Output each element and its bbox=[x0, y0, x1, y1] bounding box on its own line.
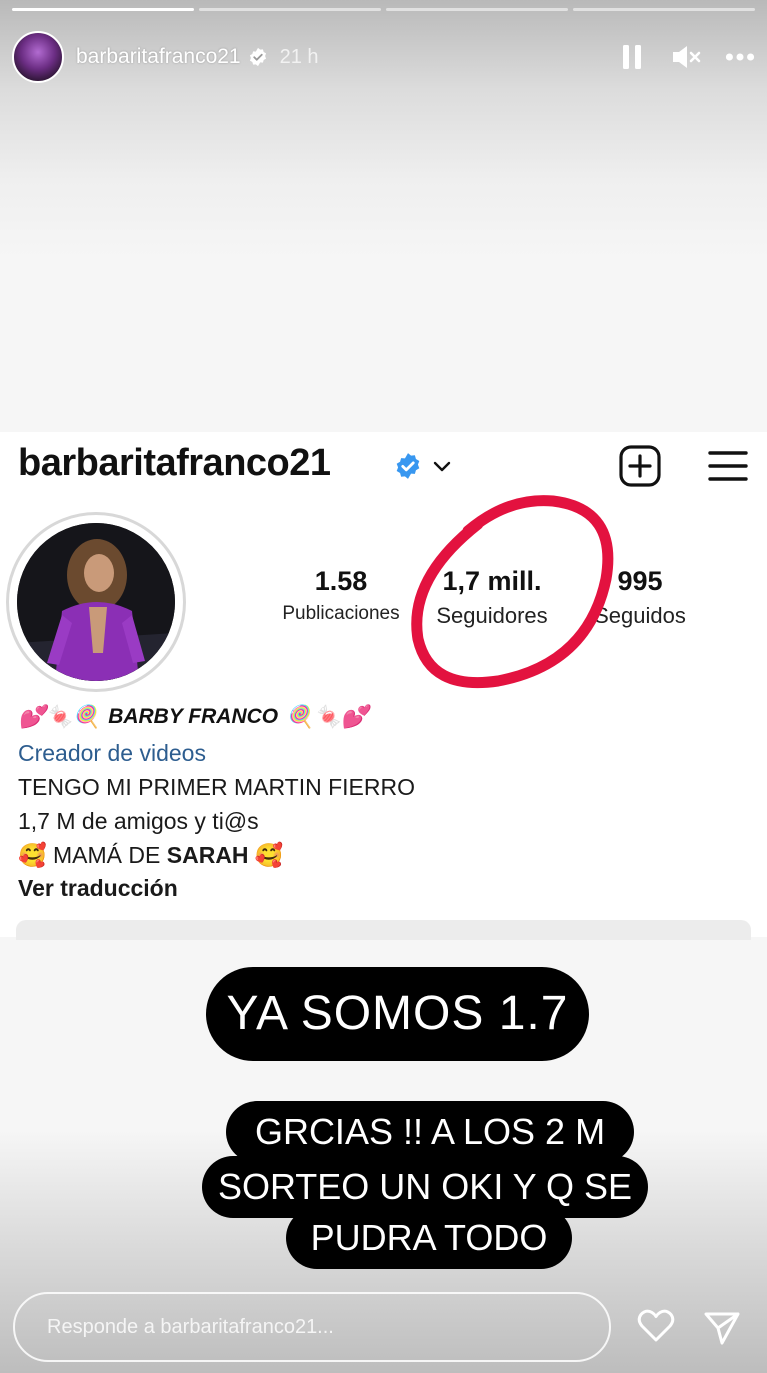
bio-name-text: BARBY FRANCO bbox=[108, 705, 279, 728]
stat-following: 995 Seguidos bbox=[565, 566, 715, 629]
stat-posts: 1.58 Publicaciones bbox=[266, 566, 416, 625]
bio-line-3-prefix: 🥰 MAMÁ DE bbox=[18, 842, 167, 868]
progress-segment bbox=[199, 8, 381, 11]
bio-emoji-right: 🍭🍬💕 bbox=[286, 704, 369, 729]
bio-display-name: 💕🍬🍭 BARBY FRANCO 🍭🍬💕 bbox=[18, 704, 368, 730]
story-progress-bars bbox=[12, 8, 755, 11]
sticker-line-3: PUDRA TODO bbox=[286, 1207, 572, 1269]
bio-line-2: 1,7 M de amigos y ti@s bbox=[18, 808, 259, 834]
new-post-icon bbox=[619, 445, 661, 487]
story-username[interactable]: barbaritafranco21 bbox=[76, 45, 241, 69]
bio-line-1: TENGO MI PRIMER MARTIN FIERRO bbox=[18, 774, 415, 800]
story-avatar[interactable] bbox=[12, 31, 64, 83]
progress-segment bbox=[573, 8, 755, 11]
bio-category: Creador de videos bbox=[18, 740, 206, 766]
translate-link: Ver traducción bbox=[18, 875, 178, 901]
profile-handle: barbaritafranco21 bbox=[18, 442, 331, 484]
bio-line-3: 🥰 MAMÁ DE SARAH 🥰 bbox=[18, 842, 284, 869]
profile-screenshot: barbaritafranco21 1.58 Publicaciones 1,7… bbox=[0, 432, 767, 940]
bio-line-3-strong: SARAH bbox=[166, 842, 249, 868]
chevron-down-icon bbox=[433, 461, 451, 472]
verified-badge-icon bbox=[249, 47, 266, 67]
stat-posts-label: Publicaciones bbox=[282, 603, 400, 624]
bio-line-3-suffix: 🥰 bbox=[248, 842, 284, 868]
story-timestamp: 21 h bbox=[279, 45, 319, 68]
pause-icon[interactable] bbox=[617, 42, 647, 72]
mute-icon[interactable] bbox=[671, 42, 701, 72]
sticker-line-1: GRCIAS !! A LOS 2 M bbox=[226, 1101, 634, 1163]
hamburger-menu-icon bbox=[708, 451, 748, 481]
bio-emoji-left: 💕🍬🍭 bbox=[18, 704, 101, 729]
story-header: barbaritafranco21 21 h bbox=[12, 30, 755, 84]
verified-badge-icon bbox=[396, 453, 420, 479]
heart-icon[interactable] bbox=[636, 1306, 676, 1346]
stat-followers-count: 1,7 mill. bbox=[442, 566, 542, 596]
profile-avatar bbox=[17, 523, 175, 681]
sticker-main-text: YA SOMOS 1.7 bbox=[206, 967, 589, 1061]
more-icon[interactable] bbox=[725, 42, 755, 72]
progress-segment bbox=[12, 8, 194, 11]
reply-input[interactable] bbox=[13, 1292, 611, 1362]
stat-posts-count: 1.58 bbox=[314, 566, 368, 596]
send-icon[interactable] bbox=[702, 1308, 742, 1348]
progress-segment bbox=[386, 8, 568, 11]
stat-followers-label: Seguidores bbox=[436, 603, 548, 628]
stat-followers: 1,7 mill. Seguidores bbox=[417, 566, 567, 629]
stat-following-label: Seguidos bbox=[594, 603, 686, 628]
profile-button-bar bbox=[16, 920, 751, 940]
story-controls bbox=[617, 42, 755, 72]
stat-following-count: 995 bbox=[617, 566, 663, 596]
